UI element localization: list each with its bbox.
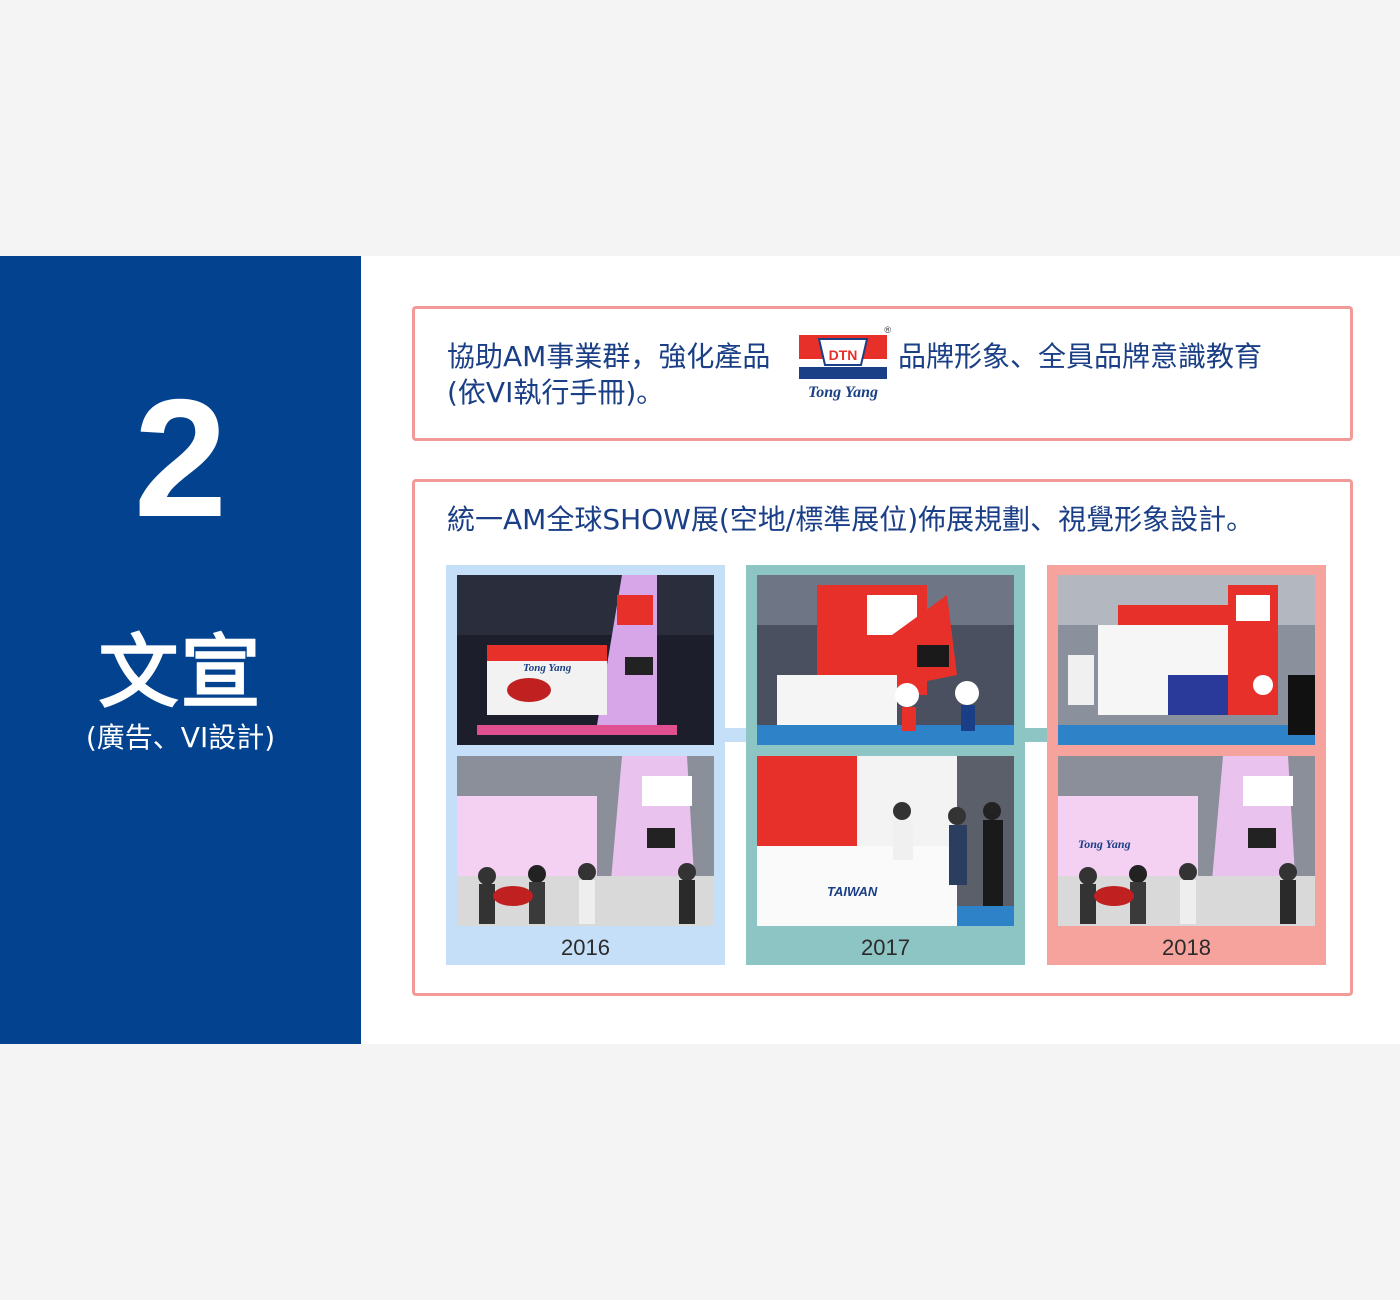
section-number: 2 (133, 364, 228, 552)
intro-line2: (依VI執行手冊)。 (447, 376, 665, 409)
year-label: 2016 (561, 935, 610, 960)
booth-photo (1058, 575, 1315, 745)
logo-wordmark: Tong Yang (808, 384, 878, 401)
booth-photo (757, 575, 1014, 745)
booth-photo (457, 756, 714, 926)
intro-line1-before: 協助AM事業群，強化產品 (447, 340, 771, 373)
exhibition-box: 統一AM全球SHOW展(空地/標準展位)佈展規劃、視覺形象設計。 Tong Ya… (412, 479, 1353, 996)
panel-2017: TAIWAN 2017 (746, 565, 1025, 965)
panel-connector (1024, 728, 1049, 742)
booth-photo: Tong Yang (457, 575, 714, 745)
section-title: 文宣 (98, 626, 263, 719)
intro-line1-after: 品牌形象、全員品牌意識教育 (898, 340, 1263, 373)
tong-yang-logo: DTN ® Tong Yang (797, 321, 893, 403)
registered-mark: ® (884, 325, 891, 335)
sidebar: 2 文宣 (廣告、VI設計) (0, 256, 361, 1044)
logo-emblem-text: DTN (829, 347, 858, 363)
booth-photo: Tong Yang (1058, 756, 1315, 926)
booth-photo: TAIWAN (757, 756, 1014, 926)
year-label: 2017 (861, 935, 910, 960)
panel-2016: Tong Yang 2016 (446, 565, 725, 965)
year-label: 2018 (1162, 935, 1211, 960)
intro-box: 協助AM事業群，強化產品 DTN ® Tong Yang 品牌形象、全員品牌意識… (412, 306, 1353, 441)
exhibition-heading: 統一AM全球SHOW展(空地/標準展位)佈展規劃、視覺形象設計。 (447, 503, 1255, 536)
booth-sign: TAIWAN (827, 884, 878, 899)
panel-2018: Tong Yang 2018 (1047, 565, 1326, 965)
section-subtitle: (廣告、VI設計) (85, 721, 276, 754)
slide: 2 文宣 (廣告、VI設計) 協助AM事業群，強化產品 DTN ® Tong Y… (0, 256, 1400, 1044)
booth-sign: Tong Yang (1078, 837, 1131, 851)
booth-sign: Tong Yang (523, 662, 572, 674)
